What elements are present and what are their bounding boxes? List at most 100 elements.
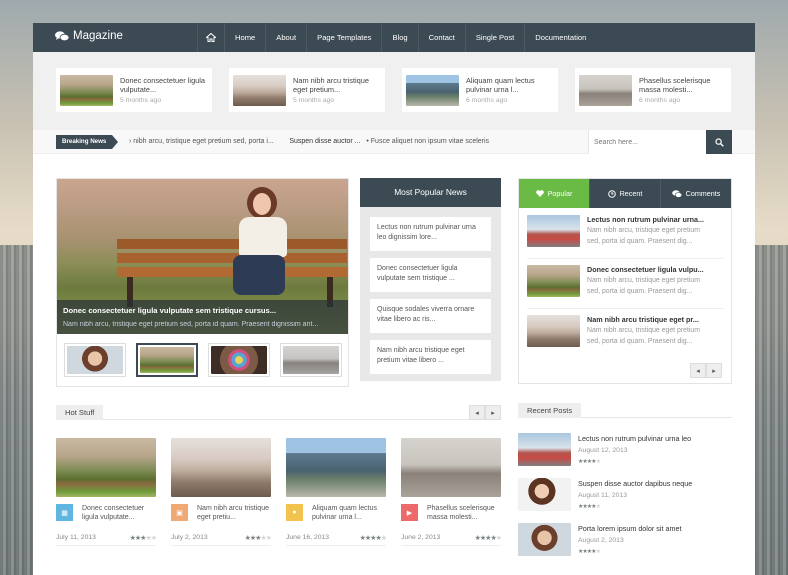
heart-icon	[535, 190, 544, 197]
hot-stuff-card[interactable]: ▶ Phasellus scelerisque massa molesti... J…	[401, 438, 502, 548]
rating-stars: ★★★★★	[578, 548, 601, 555]
recent-post-item[interactable]: Porta lorem ipsum dolor sit amet August 2…	[518, 523, 732, 558]
menu-contact[interactable]: Contact	[417, 23, 465, 52]
popular-item[interactable]: Lectus non rutrum pulvinar urna leo dign…	[370, 217, 491, 251]
tab-list-item[interactable]: Lectus non rutrum pulvinar urna... Nam ni…	[527, 215, 723, 259]
hot-image[interactable]	[56, 438, 156, 497]
hot-stuff-card[interactable]: ▦ Donec consectetuer ligula vulputate... J…	[56, 438, 157, 548]
menu-page-templates[interactable]: Page Templates	[306, 23, 381, 52]
post-format-icon: ●	[286, 504, 303, 521]
ticker-item[interactable]: • Fusce aliquet non ipsum vitae sceleris	[366, 138, 489, 145]
menu-blog[interactable]: Blog	[381, 23, 417, 52]
hot-meta: June 16, 2013 ★★★★★	[286, 534, 387, 546]
featured-title: Aliquam quam lectus pulvinar urna l...	[466, 76, 535, 94]
featured-image	[60, 74, 113, 106]
rating-stars: ★★★★★	[578, 503, 601, 510]
featured-slider[interactable]: Donec consectetuer ligula vulputate sem …	[56, 178, 349, 387]
widget-heading: Most Popular News	[360, 178, 501, 207]
featured-date: 6 months ago	[639, 97, 681, 104]
slider-excerpt: Nam nibh arcu, tristique eget pretium se…	[63, 321, 319, 328]
hot-meta: June 2, 2013 ★★★★★	[401, 534, 502, 546]
recent-post-title[interactable]: Porta lorem ipsum dolor sit amet	[578, 524, 728, 533]
slider-caption[interactable]: Donec consectetuer ligula vulputate sem …	[57, 300, 348, 334]
slider-thumbnail[interactable]	[64, 343, 126, 377]
tab-list-item[interactable]: Donec consectetuer ligula vulpu... Nam ni…	[527, 265, 723, 309]
prev-arrow-icon[interactable]: ◂	[469, 405, 485, 420]
rating-stars: ★★★★★	[578, 458, 601, 465]
hot-title[interactable]: Aliquam quam lectus pulvinar urna l...	[312, 504, 387, 522]
tab-list-item[interactable]: Nam nibh arcu tristique eget pr... Nam ni…	[527, 315, 723, 359]
post-format-icon: ▣	[171, 504, 188, 521]
recent-post-image[interactable]	[518, 523, 571, 556]
slider-thumbnail[interactable]	[208, 343, 270, 377]
recent-post-title[interactable]: Lectus non rutrum pulvinar urna leo	[578, 434, 728, 443]
next-arrow-icon[interactable]: ▸	[485, 405, 501, 420]
hot-image[interactable]	[171, 438, 271, 497]
tab-popular[interactable]: Popular	[519, 179, 589, 208]
menu-home[interactable]: Home	[224, 23, 265, 52]
featured-image	[579, 74, 632, 106]
featured-date: 5 months ago	[293, 97, 335, 104]
featured-card[interactable]: Aliquam quam lectus pulvinar urna l... 6 …	[402, 68, 558, 112]
ticker-text[interactable]: › nibh arcu, tristique eget pretium sed,…	[129, 130, 559, 154]
tab-item-image	[527, 265, 580, 297]
next-arrow-icon[interactable]: ▸	[706, 363, 722, 378]
popular-item[interactable]: Donec consectetuer ligula vulputate sem …	[370, 258, 491, 292]
tab-recent[interactable]: Recent	[589, 179, 660, 208]
hot-pager: ◂ ▸	[469, 405, 501, 420]
hot-title[interactable]: Donec consectetuer ligula vulputate...	[82, 504, 157, 522]
hot-title[interactable]: Phasellus scelerisque massa molesti...	[427, 504, 502, 522]
tab-item-excerpt: Nam nibh arcu, tristique eget pretium se…	[587, 327, 700, 345]
featured-card[interactable]: Nam nibh arcu tristique eget pretium... 5…	[229, 68, 385, 112]
slider-thumbnail[interactable]	[280, 343, 342, 377]
slider-image[interactable]: Donec consectetuer ligula vulputate sem …	[57, 179, 348, 334]
clock-icon	[607, 189, 616, 198]
ticker-item[interactable]: › nibh arcu, tristique eget pretium sed,…	[129, 138, 274, 145]
recent-post-title[interactable]: Suspen disse auctor dapibus neque	[578, 479, 728, 488]
chat-logo-icon	[55, 30, 69, 41]
recent-post-date: August 11, 2013	[578, 492, 628, 499]
menu-about[interactable]: About	[265, 23, 306, 52]
featured-title: Donec consectetuer ligula vulputate...	[120, 76, 206, 94]
hot-stuff-header: Hot Stuff ◂ ▸	[56, 405, 501, 420]
featured-title: Nam nibh arcu tristique eget pretium...	[293, 76, 369, 94]
hot-image[interactable]	[286, 438, 386, 497]
ticker-item-bold[interactable]: Suspen disse auctor ...	[289, 138, 360, 145]
site-logo[interactable]: Magazine	[55, 30, 123, 42]
featured-card[interactable]: Donec consectetuer ligula vulputate... 5 …	[56, 68, 212, 112]
star-icon: ★	[495, 535, 502, 542]
star-icon: ★	[595, 549, 601, 555]
tab-label: Comments	[685, 189, 721, 198]
star-icon: ★	[380, 535, 387, 542]
recent-post-item[interactable]: Lectus non rutrum pulvinar urna leo Augus…	[518, 433, 732, 468]
tab-item-image	[527, 215, 580, 247]
hot-title[interactable]: Nam nibh arcu tristique eget pretiu...	[197, 504, 272, 522]
menu-single-post[interactable]: Single Post	[464, 23, 524, 52]
star-icon: ★	[150, 535, 157, 542]
tab-item-image	[527, 315, 580, 347]
featured-card[interactable]: Phasellus scelerisque massa molesti... 6 …	[575, 68, 731, 112]
hot-stuff-card[interactable]: ● Aliquam quam lectus pulvinar urna l... J…	[286, 438, 387, 548]
hot-meta: July 2, 2013 ★★★★★	[171, 534, 272, 546]
home-icon-link[interactable]	[197, 23, 224, 52]
search-input[interactable]	[588, 130, 706, 154]
slider-title[interactable]: Donec consectetuer ligula vulputate sem …	[63, 306, 342, 315]
section-title: Recent Posts	[518, 403, 582, 418]
hot-stuff-card[interactable]: ▣ Nam nibh arcu tristique eget pretiu... J…	[171, 438, 272, 548]
popular-item[interactable]: Quisque sodales viverra ornare vitae lib…	[370, 299, 491, 333]
recent-post-image[interactable]	[518, 478, 571, 511]
search-button[interactable]	[706, 130, 732, 154]
hot-meta: July 11, 2013 ★★★★★	[56, 534, 157, 546]
featured-image	[406, 74, 459, 106]
slider-thumbnail-active[interactable]	[136, 343, 198, 377]
menu-documentation[interactable]: Documentation	[524, 23, 596, 52]
rating-stars: ★★★★★	[130, 534, 157, 542]
hot-image[interactable]	[401, 438, 501, 497]
popular-item[interactable]: Nam nibh arcu tristique eget pretium vit…	[370, 340, 491, 374]
breaking-news-label: Breaking News	[56, 135, 119, 149]
section-title: Hot Stuff	[56, 405, 104, 420]
recent-post-image[interactable]	[518, 433, 571, 466]
recent-post-item[interactable]: Suspen disse auctor dapibus neque August …	[518, 478, 732, 513]
tab-comments[interactable]: Comments	[660, 179, 731, 208]
prev-arrow-icon[interactable]: ◂	[690, 363, 706, 378]
